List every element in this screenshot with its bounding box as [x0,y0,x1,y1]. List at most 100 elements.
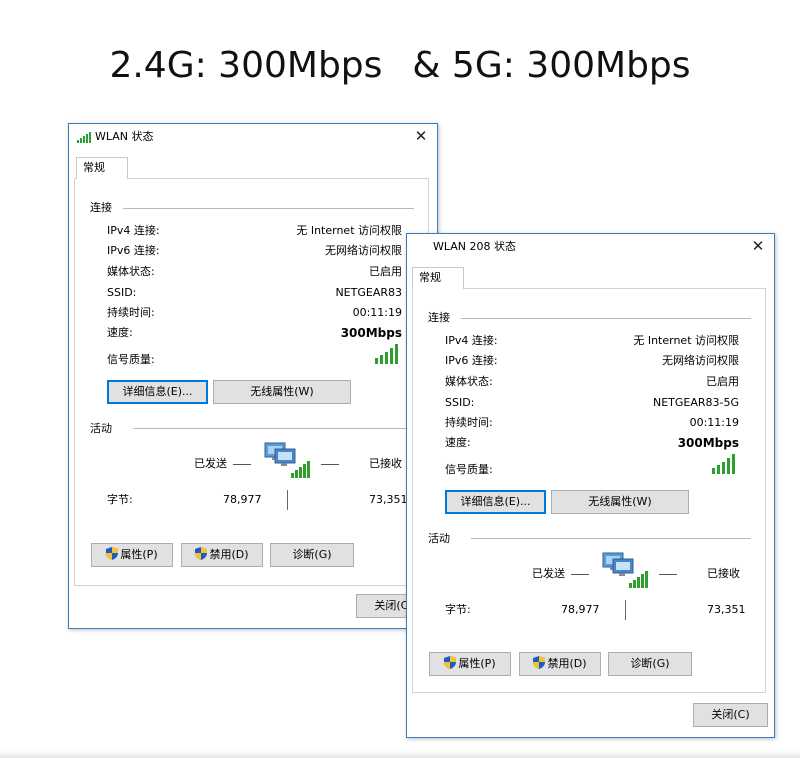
bytes-label: 字节: [445,603,471,616]
divider [471,538,751,539]
title-bar[interactable]: WLAN 208 状态 ✕ [407,234,774,259]
row-label: IPv6 连接: [107,244,160,257]
disable-label: 禁用(D) [547,657,587,670]
bytes-label: 字节: [107,493,133,506]
row-label: 媒体状态: [445,375,493,388]
details-button[interactable]: 详细信息(E)... [445,490,546,514]
row-label: 持续时间: [445,416,493,429]
row-label: IPv4 连接: [107,224,160,237]
row-duration: 持续时间: 00:11:19 [107,306,402,320]
row-label: SSID: [445,396,475,409]
row-value: 300Mbps [340,326,402,340]
received-label: 已接收 [707,567,740,580]
tab-general[interactable]: 常规 [412,267,464,289]
disable-button[interactable]: 禁用(D) [519,652,601,676]
row-speed: 速度: 300Mbps [445,436,739,450]
bytes-divider [287,490,288,510]
bytes-sent: 78,977 [223,493,262,506]
row-label: 持续时间: [107,306,155,319]
signal-bars-icon [375,344,398,364]
row-value: 00:11:19 [689,416,739,429]
properties-label: 属性(P) [458,657,496,670]
row-ipv6: IPv6 连接: 无网络访问权限 [445,354,739,368]
wlan-status-window-24g: WLAN 状态 ✕ 常规 连接 IPv4 连接: 无 Internet 访问权限… [68,123,438,629]
headline: 2.4G: 300Mbps & 5G: 300Mbps [0,42,800,90]
divider [123,208,414,209]
close-icon[interactable]: ✕ [411,126,431,146]
row-ssid: SSID: NETGEAR83 [107,286,402,300]
row-label: 信号质量: [445,463,493,476]
received-label: 已接收 [369,457,402,470]
diagnose-button[interactable]: 诊断(G) [608,652,692,676]
uac-shield-icon [444,656,457,669]
properties-label: 属性(P) [120,548,158,561]
diagnose-button[interactable]: 诊断(G) [270,543,354,567]
uac-shield-icon [195,547,208,560]
row-label: 速度: [445,436,471,449]
wifi-signal-icon [77,132,91,143]
properties-button[interactable]: 属性(P) [429,652,511,676]
wireless-properties-button[interactable]: 无线属性(W) [213,380,351,404]
uac-shield-icon [106,547,119,560]
row-label: IPv6 连接: [445,354,498,367]
row-value: 无网络访问权限 [325,244,402,257]
row-label: IPv4 连接: [445,334,498,347]
bytes-received: 73,351 [369,493,408,506]
uac-shield-icon [533,656,546,669]
wireless-properties-button[interactable]: 无线属性(W) [551,490,689,514]
row-value: 无 Internet 访问权限 [633,334,739,347]
connection-heading: 连接 [428,311,450,324]
bottom-shade [0,750,800,758]
divider [461,318,751,319]
headline-5g: & 5G: 300Mbps [412,45,691,86]
window-title: WLAN 状态 [95,130,154,143]
row-label: 媒体状态: [107,265,155,278]
row-ipv6: IPv6 连接: 无网络访问权限 [107,244,402,258]
row-ipv4: IPv4 连接: 无 Internet 访问权限 [107,224,402,238]
close-icon[interactable]: ✕ [748,236,768,256]
row-duration: 持续时间: 00:11:19 [445,416,739,430]
disable-button[interactable]: 禁用(D) [181,543,263,567]
bytes-divider [625,600,626,620]
row-value: 300Mbps [677,436,739,450]
window-title: WLAN 208 状态 [433,240,516,253]
row-value: 已启用 [706,375,739,388]
row-speed: 速度: 300Mbps [107,326,402,340]
sent-label: 已发送 [532,567,565,580]
divider [133,428,414,429]
sent-label: 已发送 [194,457,227,470]
close-button[interactable]: 关闭(C) [693,703,768,727]
row-label: 信号质量: [107,353,155,366]
row-label: SSID: [107,286,137,299]
connection-heading: 连接 [90,201,112,214]
activity-heading: 活动 [90,422,112,435]
row-value: 无 Internet 访问权限 [296,224,402,237]
row-media-state: 媒体状态: 已启用 [445,375,739,389]
sent-line [233,464,251,465]
details-button[interactable]: 详细信息(E)... [107,380,208,404]
row-ssid: SSID: NETGEAR83-5G [445,396,739,410]
network-computers-icon [602,552,648,588]
row-label: 速度: [107,326,133,339]
properties-button[interactable]: 属性(P) [91,543,173,567]
disable-label: 禁用(D) [209,548,249,561]
received-line [659,574,677,575]
general-panel: 连接 IPv4 连接: 无 Internet 访问权限 IPv6 连接: 无网络… [412,288,766,693]
sent-line [571,574,589,575]
title-bar[interactable]: WLAN 状态 ✕ [69,124,437,149]
row-signal-quality: 信号质量: [445,463,739,477]
row-signal-quality: 信号质量: [107,353,402,367]
row-ipv4: IPv4 连接: 无 Internet 访问权限 [445,334,739,348]
row-value: NETGEAR83-5G [652,396,739,409]
bytes-sent: 78,977 [561,603,600,616]
row-value: NETGEAR83 [335,286,402,299]
wlan-status-window-5g: WLAN 208 状态 ✕ 常规 连接 IPv4 连接: 无 Internet … [406,233,775,738]
signal-bars-icon [712,454,735,474]
bytes-received: 73,351 [707,603,746,616]
tab-general[interactable]: 常规 [76,157,128,179]
row-media-state: 媒体状态: 已启用 [107,265,402,279]
row-value: 已启用 [369,265,402,278]
received-line [321,464,339,465]
row-value: 无网络访问权限 [662,354,739,367]
network-computers-icon [264,442,310,478]
